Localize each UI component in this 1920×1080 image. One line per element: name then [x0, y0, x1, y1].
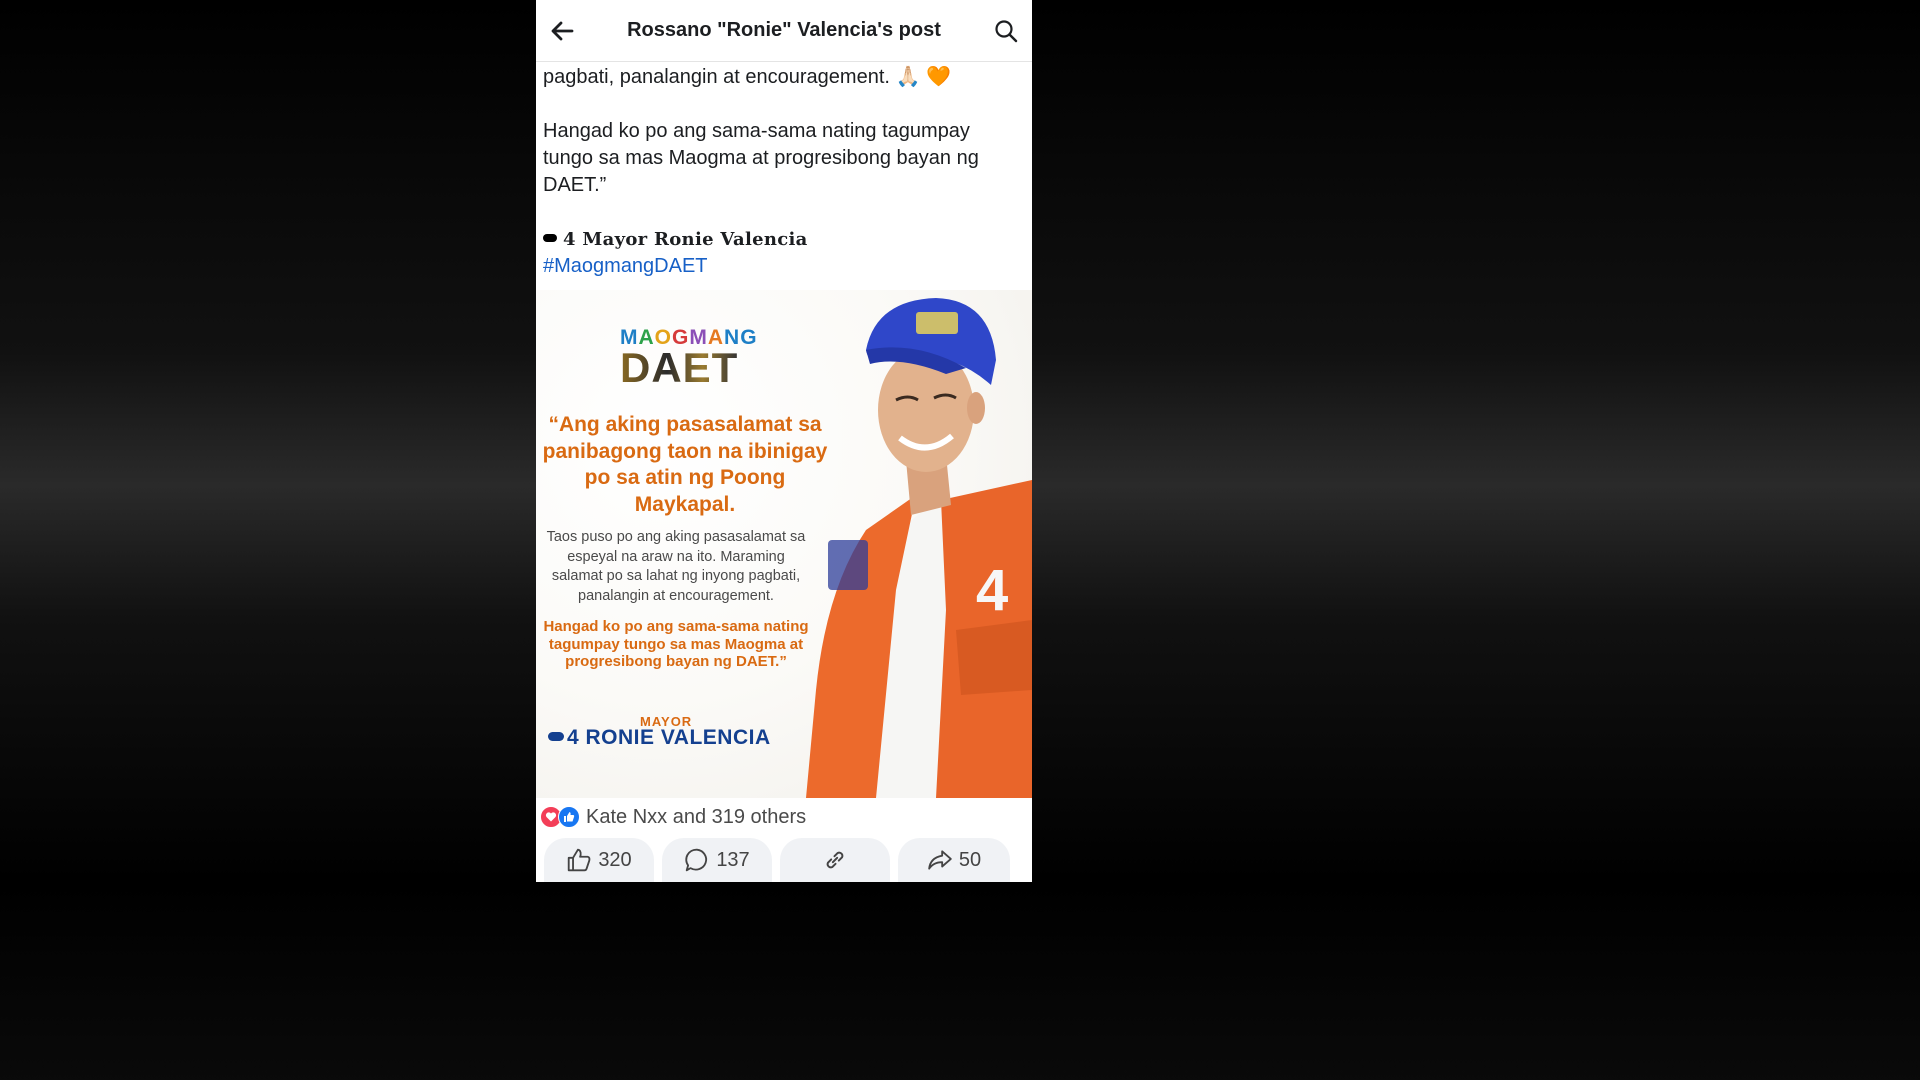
pill-icon: [543, 234, 557, 242]
poster-body-2: Hangad ko po ang sama-sama nating tagump…: [543, 618, 809, 670]
share-icon: [928, 850, 952, 870]
arrow-left-icon: [551, 21, 574, 40]
action-bar: 320 137 50: [536, 838, 1032, 882]
share-button[interactable]: 50: [898, 838, 1010, 882]
link-icon: [826, 851, 844, 869]
reactions-summary[interactable]: Kate Nxx and 319 others: [540, 803, 806, 831]
signature-text: 4 Mayor Ronie Valencia: [563, 229, 808, 250]
post-line-1: pagbati, panalangin at encouragement. 🙏🏻…: [543, 64, 1023, 91]
post-line-1-text: pagbati, panalangin at encouragement.: [543, 66, 890, 88]
back-button[interactable]: [548, 17, 576, 45]
vest-number: 4: [976, 558, 1008, 623]
thumbs-up-icon: [568, 848, 591, 872]
post-signature: 4 Mayor Ronie Valencia: [543, 226, 1023, 253]
post-paragraph-2: Hangad ko po ang sama-sama nating tagump…: [543, 120, 979, 196]
reactions-text: Kate Nxx and 319 others: [586, 805, 807, 828]
mayor-name: 4 RONIE VALENCIA: [548, 726, 771, 750]
poster-body: Taos puso po ang aking pasasalamat sa es…: [546, 529, 806, 604]
copy-link-button[interactable]: [780, 838, 890, 882]
post-image[interactable]: MAOGMANG DAET “Ang aking pasasalamat sa …: [536, 290, 1032, 798]
thumbs-up-icon: [558, 806, 580, 828]
hashtag-link[interactable]: #MaogmangDAET: [543, 253, 1023, 280]
page-title: Rossano "Ronie" Valencia's post: [627, 19, 941, 41]
top-bar: Rossano "Ronie" Valencia's post: [536, 0, 1032, 62]
reaction-icons: [540, 806, 580, 828]
mayor-photo: 4: [806, 298, 1032, 798]
share-count: 50: [958, 848, 982, 871]
comment-button[interactable]: 137: [662, 838, 772, 882]
pill-icon: [548, 731, 564, 741]
comment-icon: [685, 848, 708, 872]
search-button[interactable]: [992, 17, 1020, 45]
post-screen: Rossano "Ronie" Valencia's post pagbati,…: [536, 0, 1032, 882]
search-icon: [995, 19, 1018, 42]
logo-daet: DAET: [620, 344, 739, 391]
like-count: 320: [598, 848, 632, 871]
like-button[interactable]: 320: [544, 838, 654, 882]
mayor-name-text: 4 RONIE VALENCIA: [567, 726, 771, 749]
post-text: pagbati, panalangin at encouragement. 🙏🏻…: [543, 62, 1023, 280]
poster-quote: “Ang aking pasasalamat sa panibagong tao…: [542, 413, 828, 516]
emoji-pray-heart: 🙏🏻 🧡: [895, 66, 951, 88]
comment-count: 137: [716, 848, 750, 871]
